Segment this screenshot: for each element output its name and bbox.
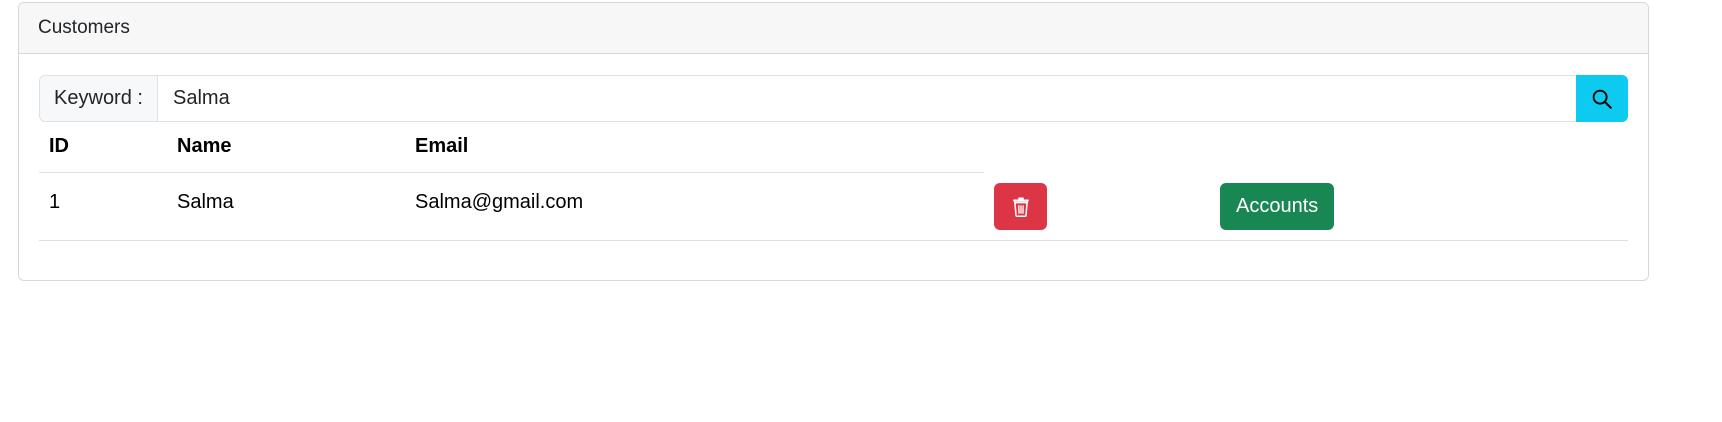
cell-name: Salma: [167, 172, 405, 241]
search-form: Keyword :: [39, 75, 1628, 122]
header-email: Email: [405, 122, 984, 173]
search-button[interactable]: [1576, 75, 1628, 122]
table-header-row: ID Name Email: [39, 122, 1628, 173]
customers-table: ID Name Email 1 Salma Salma@gmail.com Ac…: [39, 122, 1628, 241]
keyword-input[interactable]: [157, 75, 1576, 122]
header-delete: [984, 122, 1210, 172]
cell-id: 1: [39, 172, 167, 241]
cell-accounts: Accounts: [1210, 172, 1628, 241]
accounts-button[interactable]: Accounts: [1220, 183, 1335, 231]
card-header: Customers: [19, 3, 1648, 54]
delete-button[interactable]: [994, 183, 1047, 231]
table-row: 1 Salma Salma@gmail.com Accounts: [39, 172, 1628, 241]
cell-delete: [984, 172, 1210, 241]
card-title: Customers: [38, 17, 130, 38]
header-accounts: [1210, 122, 1628, 172]
customers-card: Customers Keyword : ID Name Email: [18, 2, 1649, 281]
keyword-label: Keyword :: [39, 75, 157, 122]
search-icon: [1592, 89, 1612, 109]
cell-email: Salma@gmail.com: [405, 172, 984, 241]
header-name: Name: [167, 122, 405, 173]
trash-icon: [1012, 197, 1029, 217]
header-id: ID: [39, 122, 167, 173]
